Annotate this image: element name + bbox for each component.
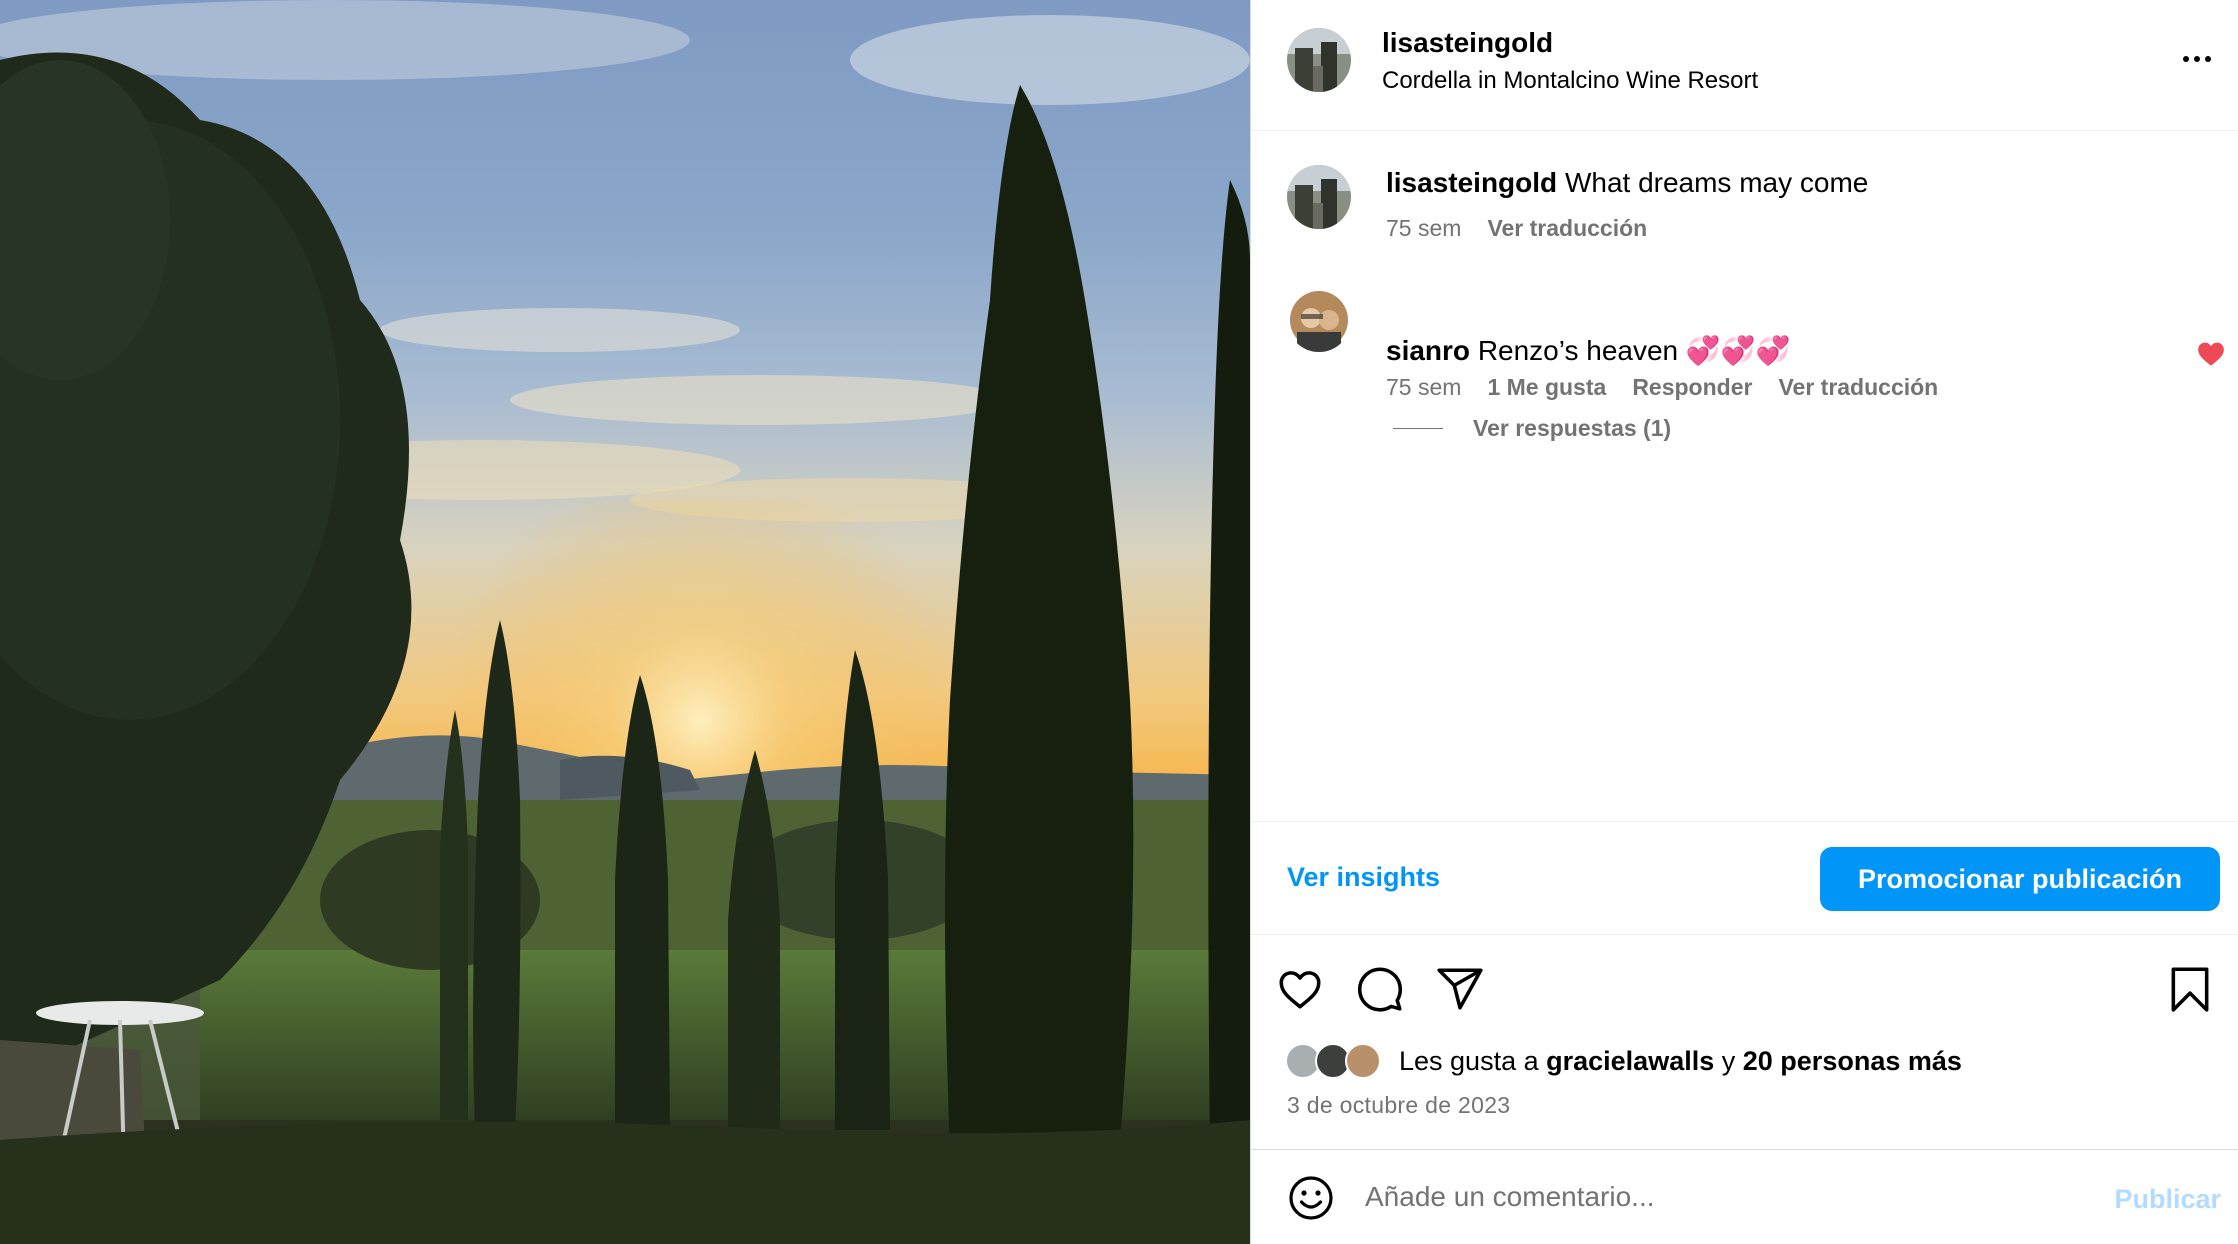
bookmark-icon[interactable] bbox=[2165, 964, 2215, 1014]
comment-body: Renzo’s heaven 💞💞💞 bbox=[1477, 335, 1791, 366]
more-options-icon[interactable] bbox=[2177, 44, 2217, 74]
likes-prefix: Les gusta a bbox=[1399, 1045, 1539, 1076]
post-actions: Les gusta a gracielawalls y 20 personas … bbox=[1251, 935, 2238, 1150]
post-location[interactable]: Cordella in Montalcino Wine Resort bbox=[1382, 67, 1758, 95]
comment-time[interactable]: 75 sem bbox=[1386, 374, 1461, 401]
post-detail-panel: lisasteingold Cordella in Montalcino Win… bbox=[1250, 0, 2238, 1244]
view-insights-link[interactable]: Ver insights bbox=[1287, 862, 1440, 893]
view-replies-button[interactable]: Ver respuestas (1) bbox=[1393, 415, 1671, 442]
share-paper-plane-icon[interactable] bbox=[1435, 964, 1485, 1014]
caption-username[interactable]: lisasteingold bbox=[1386, 167, 1557, 198]
comment-meta: 75 sem 1 Me gusta Responder Ver traducci… bbox=[1386, 374, 1938, 401]
replies-divider-line bbox=[1393, 428, 1443, 429]
post-photo[interactable] bbox=[0, 0, 1250, 1244]
heart-outline-icon[interactable] bbox=[1275, 964, 1325, 1014]
add-comment-bar: Publicar bbox=[1251, 1150, 2238, 1244]
likes-connector: y bbox=[1721, 1045, 1736, 1076]
commenter-avatar[interactable] bbox=[1287, 288, 1351, 352]
caption-text: lisasteingold What dreams may come bbox=[1386, 167, 1868, 199]
post-date[interactable]: 3 de octubre de 2023 bbox=[1287, 1092, 1510, 1119]
liker-username[interactable]: gracielawalls bbox=[1546, 1046, 1714, 1077]
likes-others[interactable]: 20 personas más bbox=[1743, 1046, 1962, 1077]
insights-bar: Ver insights Promocionar publicación bbox=[1251, 821, 2238, 935]
liker-avatar bbox=[1345, 1043, 1381, 1079]
comment-translate-link[interactable]: Ver traducción bbox=[1778, 374, 1938, 401]
sunset-cypress-landscape bbox=[0, 0, 1250, 1244]
post-header: lisasteingold Cordella in Montalcino Win… bbox=[1251, 0, 2238, 131]
emoji-smiley-icon[interactable] bbox=[1287, 1174, 1335, 1222]
comment-liked-heart-icon[interactable] bbox=[2197, 341, 2225, 367]
publish-comment-button[interactable]: Publicar bbox=[2114, 1184, 2221, 1215]
caption-author-avatar[interactable] bbox=[1287, 165, 1351, 229]
promote-post-button[interactable]: Promocionar publicación bbox=[1820, 847, 2220, 911]
comment-text: sianro Renzo’s heaven 💞💞💞 bbox=[1386, 334, 1790, 367]
comment-likes-count[interactable]: 1 Me gusta bbox=[1487, 374, 1606, 401]
author-username[interactable]: lisasteingold bbox=[1382, 27, 1553, 59]
comment-reply-button[interactable]: Responder bbox=[1632, 374, 1752, 401]
commenter-username[interactable]: sianro bbox=[1386, 335, 1470, 366]
author-avatar[interactable] bbox=[1287, 28, 1351, 92]
liker-avatars bbox=[1285, 1043, 1391, 1079]
comment-bubble-icon[interactable] bbox=[1355, 964, 1405, 1014]
comments-section: lisasteingold What dreams may come 75 se… bbox=[1251, 131, 2238, 821]
caption-body: What dreams may come bbox=[1564, 167, 1869, 198]
caption-meta: 75 sem Ver traducción bbox=[1386, 215, 1647, 242]
likes-summary[interactable]: Les gusta a gracielawalls y 20 personas … bbox=[1285, 1043, 1962, 1079]
view-replies-label: Ver respuestas (1) bbox=[1473, 415, 1672, 441]
caption-translate-link[interactable]: Ver traducción bbox=[1487, 215, 1647, 242]
add-comment-input[interactable] bbox=[1365, 1172, 2065, 1222]
caption-time[interactable]: 75 sem bbox=[1386, 215, 1461, 242]
